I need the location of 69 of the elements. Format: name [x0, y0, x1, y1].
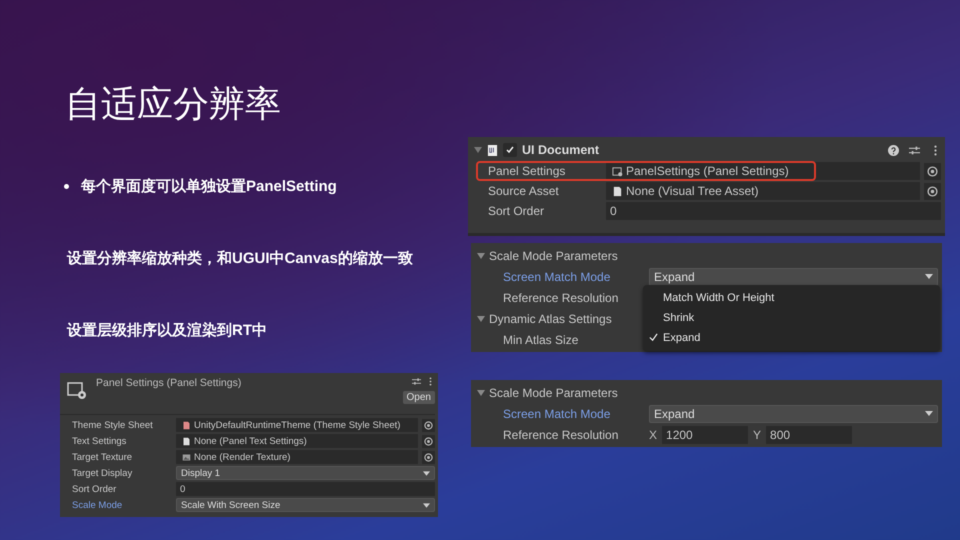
texture-icon	[182, 452, 191, 462]
field-label: Text Settings	[71, 436, 128, 446]
foldout-triangle-icon[interactable]	[477, 252, 485, 260]
object-picker-icon[interactable]	[422, 450, 435, 464]
field-label: Scale Mode	[71, 500, 124, 510]
object-field[interactable]: None (Panel Text Settings)	[176, 434, 418, 448]
ui-document-icon	[487, 144, 498, 156]
object-picker-icon[interactable]	[924, 182, 941, 200]
menu-item[interactable]: Expand	[643, 328, 940, 348]
foldout-triangle-icon[interactable]	[474, 146, 482, 154]
axis-label: Y	[753, 428, 762, 442]
caret-icon	[423, 502, 430, 508]
section-title: Scale Mode Parameters	[489, 248, 618, 262]
field-label: Source Asset	[487, 184, 560, 198]
number-field[interactable]: 1200	[662, 426, 748, 444]
field-label: Reference Resolution	[502, 290, 620, 304]
settings-sliders-icon[interactable]	[909, 144, 920, 156]
field-label: Screen Match Mode	[502, 406, 612, 420]
bullet-text: 设置分辨率缩放种类，和UGUI中Canvas的缩放一致	[67, 248, 413, 268]
number-field[interactable]: 0	[606, 202, 941, 220]
bullet-icon	[64, 184, 69, 188]
field-label: Screen Match Mode	[502, 270, 612, 284]
section-title: Scale Mode Parameters	[489, 386, 618, 400]
foldout-triangle-icon[interactable]	[477, 314, 485, 322]
slide-title: 自适应分辨率	[65, 83, 282, 127]
document-icon	[182, 436, 191, 446]
menu-item[interactable]: Match Width Or Height	[643, 288, 940, 308]
object-field[interactable]: UnityDefaultRuntimeTheme (Theme Style Sheet)	[176, 418, 418, 432]
number-field[interactable]: 800	[766, 426, 852, 444]
field-label: Panel Settings	[487, 164, 566, 178]
foldout-triangle-icon[interactable]	[477, 388, 485, 396]
object-field[interactable]: None (Render Texture)	[176, 450, 418, 464]
number-field[interactable]: 0	[176, 482, 435, 496]
object-field[interactable]: PanelSettings (Panel Settings)	[606, 162, 920, 180]
field-label: Reference Resolution	[502, 428, 620, 442]
panel-settings-icon	[612, 166, 623, 176]
bullet-text: 每个界面度可以单独设置PanelSetting	[81, 176, 337, 196]
dropdown-field[interactable]: Expand	[649, 268, 938, 286]
enable-checkbox[interactable]	[503, 143, 517, 157]
menu-item[interactable]: Shrink	[643, 308, 940, 328]
axis-label: X	[649, 428, 658, 442]
help-icon[interactable]	[888, 144, 899, 156]
field-label: Target Display	[71, 468, 134, 478]
checkmark-icon	[505, 145, 515, 155]
dropdown-field[interactable]: Scale With Screen Size	[176, 498, 435, 512]
asset-title: Panel Settings (Panel Settings)	[96, 377, 242, 391]
field-label: Min Atlas Size	[502, 332, 580, 346]
stylesheet-icon	[182, 420, 191, 430]
object-field[interactable]: None (Visual Tree Asset)	[606, 182, 920, 200]
caret-icon	[925, 411, 933, 416]
component-title: UI Document	[522, 143, 600, 157]
caret-icon	[925, 274, 933, 279]
field-label: Sort Order	[487, 204, 546, 218]
field-label: Sort Order	[71, 484, 118, 494]
object-picker-icon[interactable]	[924, 162, 941, 180]
object-picker-icon[interactable]	[422, 418, 435, 432]
caret-icon	[423, 470, 430, 476]
document-icon	[612, 186, 623, 196]
dropdown-field[interactable]: Expand	[649, 404, 938, 422]
open-button[interactable]: Open	[402, 391, 435, 404]
section-title: Dynamic Atlas Settings	[489, 312, 612, 326]
checkmark-icon	[649, 333, 658, 342]
field-label: Theme Style Sheet	[71, 420, 154, 430]
object-picker-icon[interactable]	[422, 434, 435, 448]
dropdown-field[interactable]: Display 1	[176, 466, 435, 480]
panel-settings-icon	[66, 381, 88, 401]
bullet-text: 设置层级排序以及渲染到RT中	[67, 320, 267, 340]
settings-sliders-icon[interactable]	[412, 377, 421, 386]
field-label: Target Texture	[71, 452, 134, 462]
